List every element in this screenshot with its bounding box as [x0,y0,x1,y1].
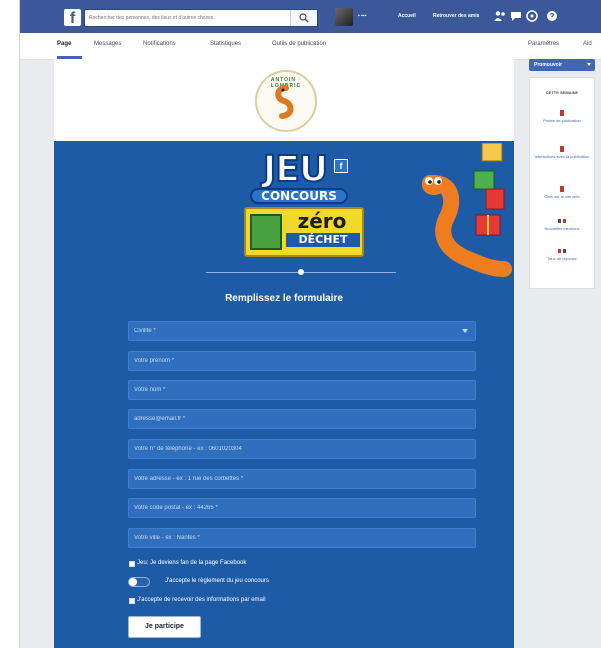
tab-notifications[interactable]: Notifications [143,41,176,47]
postal-code-box [128,498,476,518]
lastname-box [128,380,476,400]
zero-dechet-logo: zéro DÉCHET [244,207,364,257]
stat-reach[interactable]: Portée de publication [532,110,592,123]
browser-page: f ▪ ▪▪▪ Accueil Retrouver des amis Page … [19,0,601,648]
search-box [84,9,318,27]
toggle-knob [129,578,137,586]
notifications-icon[interactable] [526,10,538,22]
recycle-bin-icon [250,214,282,250]
promote-button[interactable]: Promouvoir [529,59,595,71]
stat-mentions[interactable]: Nouvelles mentions [532,218,592,231]
mentions-icon [558,219,566,223]
firstname-field[interactable] [134,352,454,370]
newsletter-checkbox[interactable] [129,598,135,604]
facebook-badge-icon: f [334,159,348,173]
postal-code-field[interactable] [134,499,454,517]
find-friends-link[interactable]: Retrouver des amis [433,13,479,19]
contest-title-concours: CONCOURS [250,188,348,204]
stat-response-rate-label: Taux de réponse [547,256,577,261]
facebook-top-bar: f ▪ ▪▪▪ Accueil Retrouver des amis [20,0,601,33]
address-field[interactable] [134,470,454,488]
facebook-logo-icon[interactable]: f [64,9,81,26]
right-sidebar: Promouvoir CETTE SEMAINE Portée de publi… [525,59,601,648]
city-box [128,528,476,548]
stat-website-clicks[interactable]: Clics sur le site web [532,186,592,199]
tab-settings[interactable]: Paramètres [528,41,559,47]
address-box [128,469,476,489]
fan-row: Jeu: Je deviens fan de la page Facebook [129,560,247,567]
worm-mascot-illustration [422,143,512,277]
email-box [128,409,476,429]
stat-website-clicks-label: Clics sur le site web [544,194,580,199]
search-button[interactable] [290,10,317,26]
search-input[interactable] [89,10,289,26]
zero-label: zéro [297,209,347,233]
fan-checkbox[interactable] [129,561,135,567]
weekly-stats-title: CETTE SEMAINE [545,90,579,95]
stat-reach-label: Portée de publication [543,118,581,123]
phone-field[interactable] [134,440,454,458]
firstname-box [128,351,476,371]
participate-button[interactable]: Je participe [128,616,201,638]
newsletter-label: J'accepte de recevoir des informations p… [137,597,266,603]
website-clicks-icon [560,186,564,192]
civility-field[interactable] [134,322,454,340]
divider-dot [298,269,304,275]
stat-engagement-label: Interactions avec la publication [534,154,590,159]
engagement-icon [560,146,564,152]
chevron-down-icon [587,63,591,66]
contest-app: ANTOIN · LOMBRIC JEU f CONCOURS zéro DÉC… [54,59,514,648]
stat-mentions-label: Nouvelles mentions [544,226,580,231]
app-header: ANTOIN · LOMBRIC [54,59,514,141]
email-field[interactable] [134,410,454,428]
worm-logo-icon [275,85,294,119]
civility-select[interactable] [128,321,476,341]
lastname-field[interactable] [134,381,454,399]
promote-label: Promouvoir [534,62,563,68]
weekly-stats-panel: CETTE SEMAINE Portée de publication Inte… [529,77,595,289]
reach-icon [560,110,564,116]
page-admin-nav: Page Messages Notifications Statistiques… [20,33,601,60]
stat-engagement[interactable]: Interactions avec la publication [532,146,592,159]
tab-messages[interactable]: Messages [94,41,121,47]
tab-publishing-tools[interactable]: Outils de publication [272,41,326,47]
rules-label: J'accepte le règlement du jeu concours [165,578,269,584]
stat-response-rate[interactable]: Taux de réponse [532,248,592,261]
help-icon[interactable] [546,10,558,22]
user-name-link[interactable]: ▪ ▪▪▪ [358,13,366,19]
search-icon [299,13,309,23]
tab-statistics[interactable]: Statistiques [210,41,241,47]
form-title: Remplissez le formulaire [225,293,343,304]
city-field[interactable] [134,529,454,547]
avatar[interactable] [335,8,353,26]
brand-logo: ANTOIN · LOMBRIC [255,70,317,132]
home-link[interactable]: Accueil [398,13,416,19]
tab-page[interactable]: Page [57,41,71,47]
dechet-label: DÉCHET [286,233,360,247]
response-rate-icon [558,249,566,253]
fan-label: Jeu: Je deviens fan de la page Facebook [137,560,247,566]
chevron-down-icon [462,329,468,333]
phone-box [128,439,476,459]
tab-help[interactable]: Aid [583,41,592,47]
rules-toggle[interactable] [128,577,150,587]
contest-title-jeu: JEU [262,148,329,191]
newsletter-row: J'accepte de recevoir des informations p… [129,597,266,604]
messages-icon[interactable] [510,10,522,22]
friend-requests-icon[interactable] [494,10,506,22]
